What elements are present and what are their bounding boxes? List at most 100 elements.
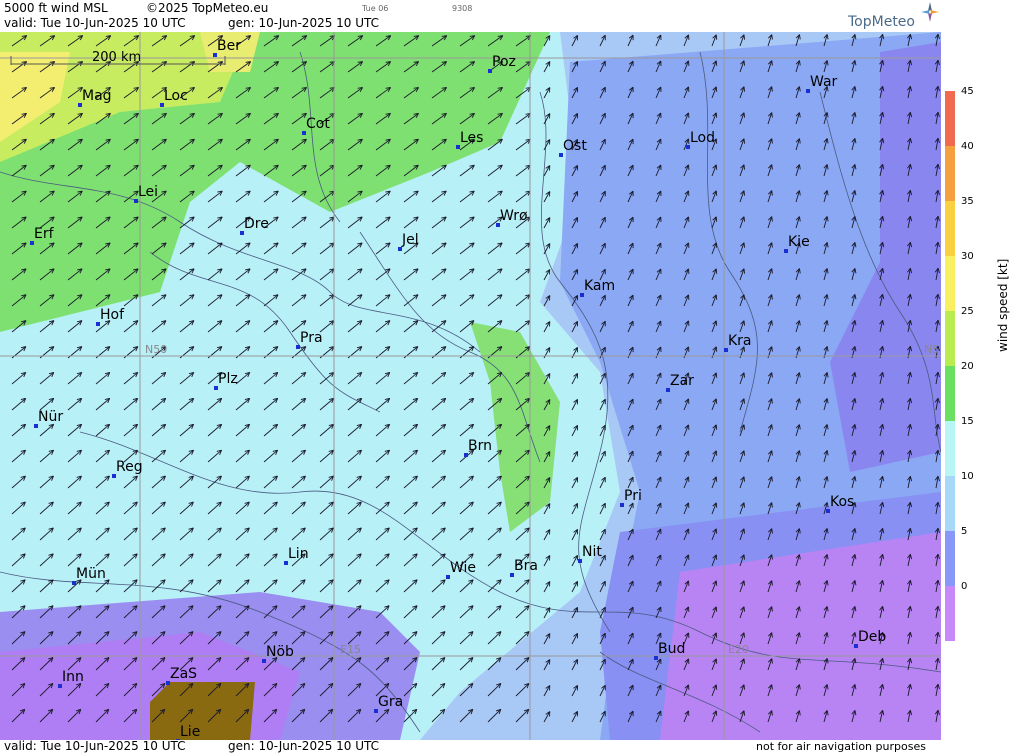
city-label: Poz <box>492 54 516 70</box>
city-marker[interactable]: Kam <box>580 278 616 297</box>
city-marker[interactable]: Brn <box>464 438 492 457</box>
city-marker[interactable]: Gra <box>374 694 403 713</box>
city-marker[interactable]: Inn <box>58 669 84 688</box>
legend-tick-label: 45 <box>961 86 974 97</box>
city-marker[interactable]: Erf <box>30 226 54 245</box>
city-label: Kra <box>728 333 752 349</box>
city-dot-icon <box>58 684 62 688</box>
city-label: Nür <box>38 409 64 425</box>
small-date: Tue 06 <box>362 4 389 13</box>
legend-swatch <box>945 146 955 201</box>
city-marker[interactable]: Lei <box>134 184 158 203</box>
city-dot-icon <box>96 322 100 326</box>
legend-tick-label: 20 <box>961 361 974 372</box>
city-marker[interactable]: Nit <box>578 544 602 563</box>
city-label: Jel <box>402 232 419 248</box>
city-marker[interactable]: Lie <box>176 724 200 740</box>
city-dot-icon <box>284 561 288 565</box>
wind-map[interactable]: 200 km N50 N5 E15 E20 Ber Poz War Mag Loc Cot… <box>0 32 941 740</box>
legend-swatch <box>945 476 955 531</box>
city-dot-icon <box>826 509 830 513</box>
city-marker[interactable]: Reg <box>112 459 143 478</box>
city-marker[interactable]: Les <box>456 130 483 149</box>
city-marker[interactable]: Nür <box>34 409 64 428</box>
city-dot-icon <box>34 424 38 428</box>
city-marker[interactable]: Pri <box>620 488 642 507</box>
city-marker[interactable]: Jel <box>398 232 419 251</box>
city-label: Kam <box>584 278 616 294</box>
footer-valid: valid: Tue 10-Jun-2025 10 UTC <box>4 739 186 753</box>
city-dot-icon <box>456 145 460 149</box>
city-label: Dre <box>244 216 269 232</box>
legend-tick-label: 40 <box>961 141 974 152</box>
city-label: Wrø <box>500 208 528 224</box>
city-marker[interactable]: ZaS <box>166 666 198 685</box>
city-marker[interactable]: Wrø <box>496 208 528 227</box>
city-marker[interactable]: Plz <box>214 371 238 390</box>
city-marker[interactable]: Nöb <box>262 644 294 663</box>
city-marker[interactable]: Poz <box>488 54 516 73</box>
city-dot-icon <box>686 145 690 149</box>
scale-bar-label: 200 km <box>92 50 142 65</box>
city-label: Brn <box>468 438 492 454</box>
city-dot-icon <box>262 659 266 663</box>
legend-tick-label: 10 <box>961 471 974 482</box>
city-marker[interactable]: Cot <box>302 116 330 135</box>
city-label: Bud <box>658 641 686 657</box>
city-label: Reg <box>116 459 143 475</box>
city-label: Plz <box>218 371 238 387</box>
city-marker[interactable]: War <box>806 74 837 93</box>
legend-swatch <box>945 311 955 366</box>
legend-color-bar <box>945 91 955 641</box>
city-marker[interactable]: Mag <box>78 88 112 107</box>
city-marker[interactable]: Zar <box>666 373 694 392</box>
city-dot-icon <box>296 345 300 349</box>
footer-bar: valid: Tue 10-Jun-2025 10 UTC gen: 10-Ju… <box>0 740 945 754</box>
city-marker[interactable]: Dre <box>240 216 269 235</box>
city-label: Pri <box>624 488 642 504</box>
city-marker[interactable]: Wie <box>446 560 476 579</box>
city-label: Lin <box>288 546 309 562</box>
grid-label-n50: N50 <box>145 343 168 356</box>
city-label: Mün <box>76 566 106 582</box>
city-marker[interactable]: Hof <box>96 307 124 326</box>
city-marker[interactable]: Bra <box>510 558 538 577</box>
city-dot-icon <box>488 69 492 73</box>
city-marker[interactable]: Bud <box>654 641 686 660</box>
city-marker[interactable]: Deb <box>854 629 887 648</box>
legend-panel: 45 40 35 30 25 20 15 10 5 0 wind speed [kt] <box>941 32 1033 754</box>
city-marker[interactable]: Kra <box>724 333 752 352</box>
city-marker[interactable]: Pra <box>296 330 323 349</box>
city-marker[interactable]: Kos <box>826 494 854 513</box>
city-dot-icon <box>580 293 584 297</box>
legend-tick-label: 35 <box>961 196 974 207</box>
city-label: Deb <box>858 629 887 645</box>
compass-logo-icon <box>921 2 939 22</box>
city-dot-icon <box>374 709 378 713</box>
legend-tick-label: 25 <box>961 306 974 317</box>
city-dot-icon <box>240 231 244 235</box>
city-marker[interactable]: Ber <box>213 38 241 57</box>
city-marker[interactable]: Lod <box>686 130 716 149</box>
legend-swatch <box>945 366 955 421</box>
legend-title: wind speed [kt] <box>996 258 1010 352</box>
scale-bar: 200 km <box>10 50 226 66</box>
legend-tick-label: 5 <box>961 526 968 537</box>
city-marker[interactable]: Kie <box>784 234 810 253</box>
city-dot-icon <box>496 223 500 227</box>
city-dot-icon <box>446 575 450 579</box>
city-dot-icon <box>620 503 624 507</box>
city-marker[interactable]: Loc <box>160 88 188 107</box>
city-label: Bra <box>514 558 538 574</box>
city-dot-icon <box>213 53 217 57</box>
city-marker[interactable]: Mün <box>72 566 106 585</box>
city-marker[interactable]: Lin <box>284 546 309 565</box>
city-label: Zar <box>670 373 694 389</box>
city-marker[interactable]: Ost <box>559 138 587 157</box>
copyright: ©2025 TopMeteo.eu <box>146 1 269 15</box>
city-label: Cot <box>306 116 330 132</box>
city-dot-icon <box>578 559 582 563</box>
city-label: Lod <box>690 130 716 146</box>
city-label: ZaS <box>170 666 198 682</box>
legend-tick-label: 30 <box>961 251 974 262</box>
